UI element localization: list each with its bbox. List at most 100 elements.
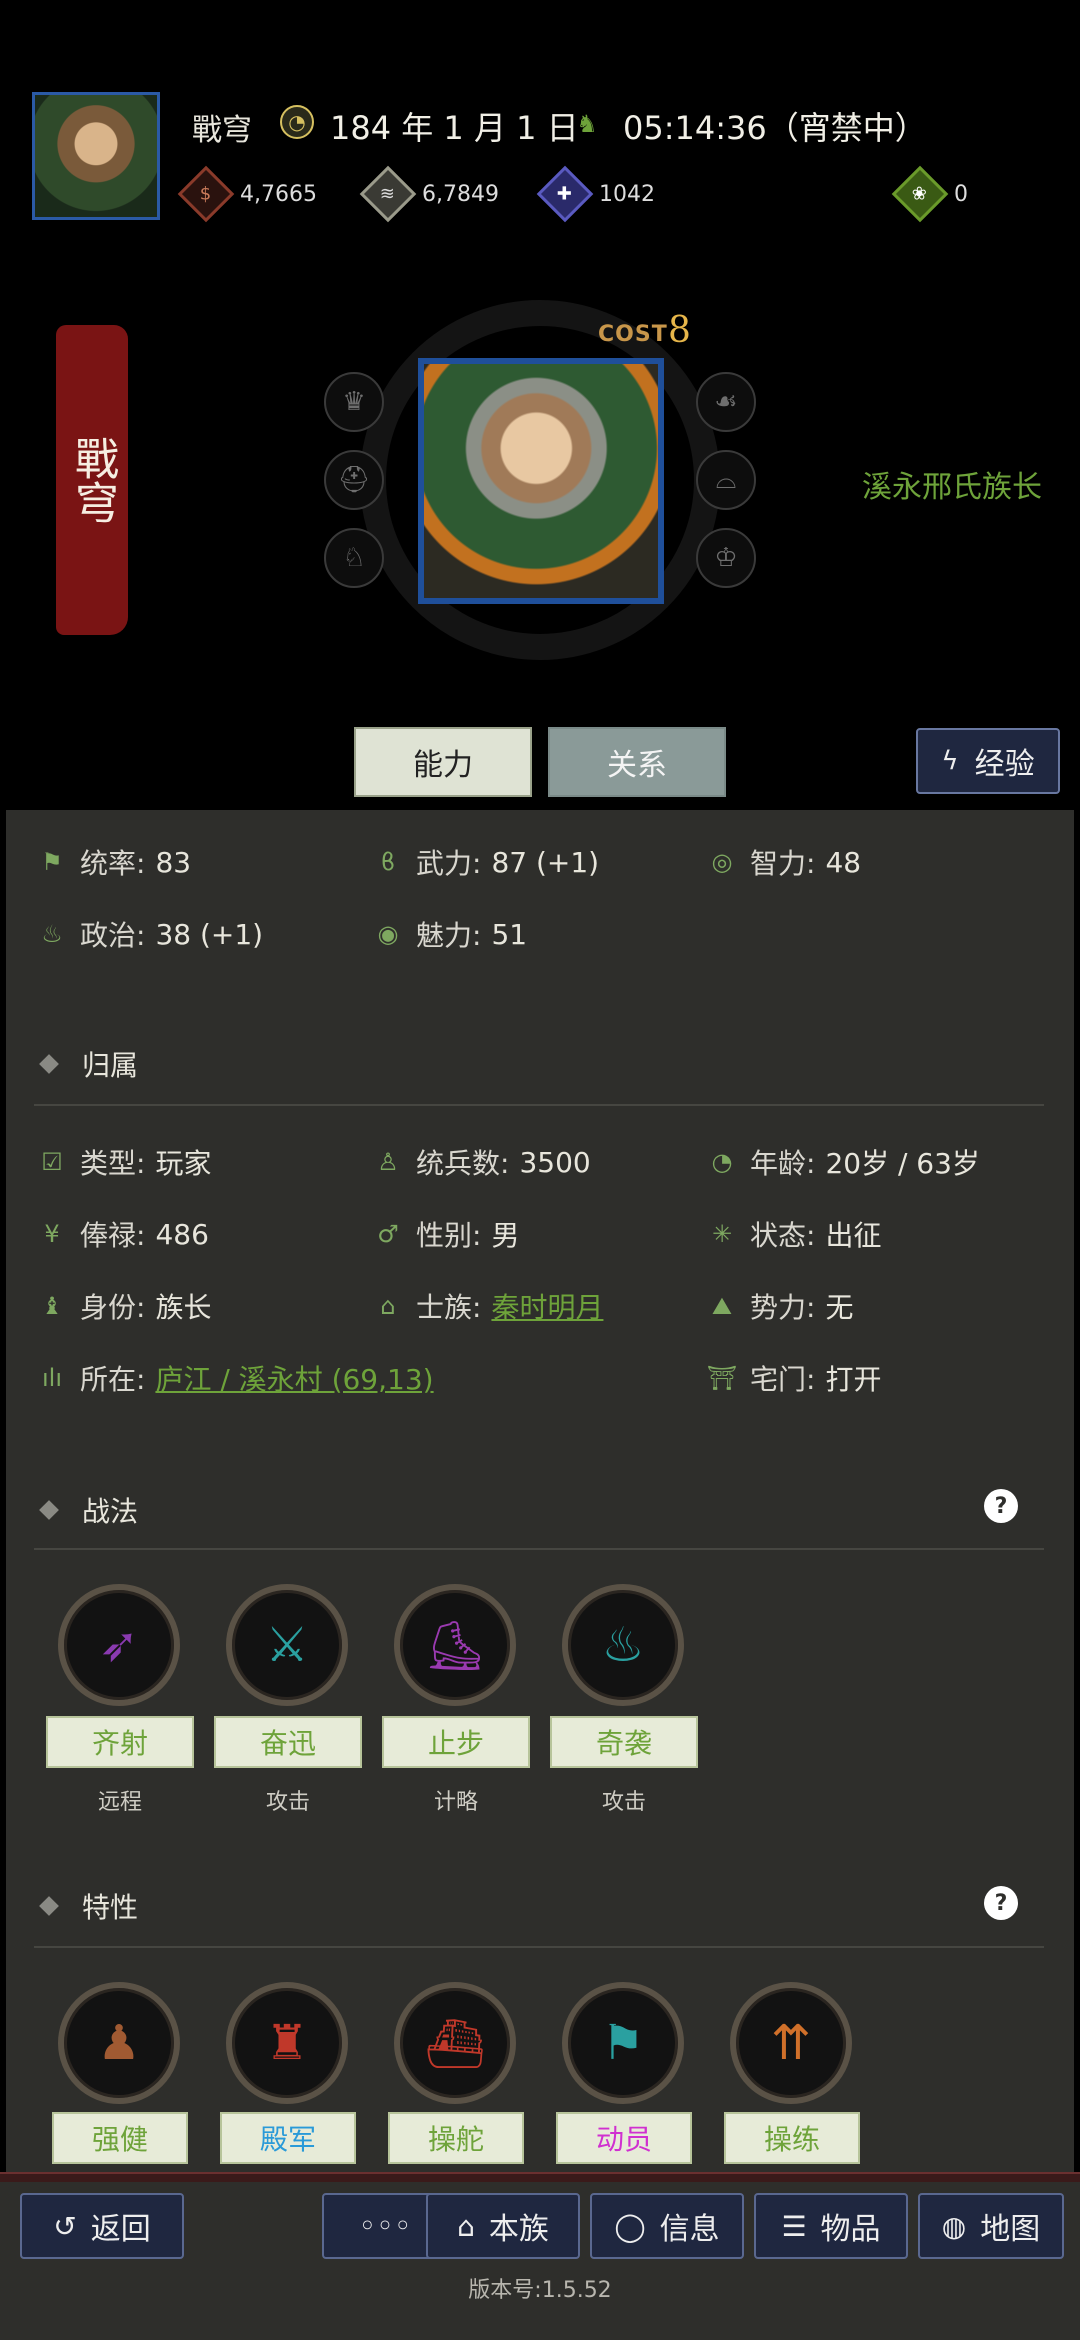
map-button[interactable]: ◍ 地图: [918, 2193, 1064, 2259]
cost-value: 8: [668, 310, 691, 351]
stat-command: ⚑ 统率: 83: [38, 842, 191, 882]
resource-soldiers[interactable]: ✚ 1042: [536, 165, 755, 223]
trait-name[interactable]: 操练: [724, 2112, 860, 2164]
crossed-swords-icon[interactable]: ⚔: [226, 1584, 348, 1706]
info-label: 信息: [659, 2212, 720, 2247]
stat-value: 48: [825, 845, 862, 879]
more-label: ◦◦◦: [358, 2208, 412, 2244]
chat-bubble-icon: ◯: [614, 2209, 646, 2243]
stat-value: 83: [155, 845, 192, 879]
boot-icon[interactable]: ⛸: [394, 1584, 516, 1706]
tactic-name[interactable]: 奇袭: [550, 1716, 698, 1768]
hat-icon[interactable]: ⌓: [696, 450, 756, 510]
tactics-header-text: 战法: [82, 1495, 139, 1528]
tactic-name[interactable]: 齐射: [46, 1716, 194, 1768]
clan-button[interactable]: ⌂ 本族: [426, 2193, 580, 2259]
tactic-type: 计略: [433, 1790, 478, 1815]
field-salary: ¥ 俸禄: 486: [38, 1214, 209, 1254]
help-icon[interactable]: ?: [984, 1886, 1018, 1920]
field-label: 士族:: [416, 1291, 482, 1324]
volley-icon[interactable]: ➶: [58, 1584, 180, 1706]
field-label: 状态:: [750, 1219, 816, 1252]
stat-intellect: ◎ 智力: 48: [708, 842, 862, 882]
tab-relations[interactable]: 关系: [548, 727, 726, 797]
items-button[interactable]: ☰ 物品: [754, 2193, 908, 2259]
clan-link[interactable]: 秦时明月: [491, 1286, 603, 1326]
diamond-icon: [39, 1896, 59, 1916]
help-icon[interactable]: ?: [984, 1489, 1018, 1523]
helmet-icon[interactable]: ⛑: [324, 450, 384, 510]
trait-name[interactable]: 殿军: [220, 2112, 356, 2164]
info-button[interactable]: ◯ 信息: [590, 2193, 744, 2259]
spears-icon[interactable]: ⇈: [730, 1982, 852, 2104]
experience-label: 经验: [974, 747, 1035, 782]
field-status: ✳ 状态: 出征: [708, 1214, 882, 1254]
brain-icon: ◎: [711, 848, 733, 876]
tactics-header: 战法: [39, 1490, 139, 1530]
stat-politics: ♨ 政治: 38 (+1): [38, 914, 263, 954]
resource-gold[interactable]: $ 4,7665: [177, 165, 376, 223]
horse-clock-icon: ♞: [576, 110, 598, 138]
field-label: 性别:: [416, 1219, 482, 1252]
trait-name[interactable]: 动员: [556, 2112, 692, 2164]
resource-soldiers-value: 1042: [599, 181, 655, 207]
items-label: 物品: [820, 2212, 881, 2247]
divider: [34, 1104, 1044, 1106]
scholar-cap-icon[interactable]: ♔: [696, 528, 756, 588]
diamond-icon: [39, 1500, 59, 1520]
field-value: 20岁 / 63岁: [825, 1147, 980, 1180]
ship-icon[interactable]: ⛴: [394, 1982, 516, 2104]
stat-force: ϐ 武力: 87 (+1): [374, 842, 599, 882]
strongman-icon[interactable]: ♟: [58, 1982, 180, 2104]
horse-icon[interactable]: ♘: [324, 528, 384, 588]
bottom-divider: [0, 2172, 1080, 2182]
field-clan[interactable]: ⌂ 士族: 秦时明月: [374, 1286, 603, 1326]
divider: [34, 1548, 1044, 1550]
field-type: ☑ 类型: 玩家: [38, 1142, 211, 1182]
resource-grain[interactable]: ≋ 6,7849: [359, 165, 558, 223]
stat-value: 38 (+1): [155, 917, 264, 951]
diamond-icon: [39, 1054, 59, 1074]
field-gate: ⛩ 宅门: 打开: [707, 1358, 882, 1398]
tactic-type: 攻击: [265, 1790, 310, 1815]
tactic-name[interactable]: 奋迅: [214, 1716, 362, 1768]
resource-money[interactable]: ❀ 0: [891, 165, 1080, 223]
field-gender: ♂ 性别: 男: [374, 1214, 519, 1254]
field-label: 势力:: [750, 1291, 816, 1324]
stat-value: 87 (+1): [491, 845, 600, 879]
player-avatar[interactable]: [32, 92, 160, 220]
banner-name-text: 戰穹: [67, 436, 118, 524]
globe-icon: ◍: [941, 2209, 967, 2243]
stat-label: 统率:: [80, 847, 146, 880]
flag-icon: ⚑: [41, 848, 63, 876]
field-label: 俸禄:: [80, 1219, 146, 1252]
trait-name[interactable]: 强健: [52, 2112, 188, 2164]
stat-label: 智力:: [750, 847, 816, 880]
player-name: 戰穹: [192, 113, 252, 148]
status-icon: ✳: [711, 1220, 733, 1248]
field-identity: ♝ 身份: 族长: [38, 1286, 211, 1326]
checkbox-icon: ☑: [41, 1148, 63, 1176]
armor-icon[interactable]: ♜: [226, 1982, 348, 2104]
hand-gift-icon[interactable]: ☙: [696, 372, 756, 432]
crown-icon[interactable]: ♛: [324, 372, 384, 432]
tactic-name[interactable]: 止步: [382, 1716, 530, 1768]
back-button[interactable]: ↺ 返回: [20, 2193, 184, 2259]
flame-icon[interactable]: ♨: [562, 1584, 684, 1706]
character-portrait[interactable]: [418, 358, 664, 604]
experience-button[interactable]: ϟ 经验: [916, 728, 1060, 794]
field-location[interactable]: ılı 所在: 庐江 / 溪永村 (69,13): [38, 1358, 434, 1398]
field-value: 男: [491, 1219, 520, 1252]
field-value: 486: [155, 1217, 209, 1251]
trait-name[interactable]: 操舵: [388, 2112, 524, 2164]
clan-label: 本族: [488, 2212, 549, 2247]
faction-icon: ⛰: [711, 1292, 733, 1320]
traits-header-text: 特性: [82, 1891, 139, 1924]
detail-panel[interactable]: [6, 810, 1074, 2180]
location-icon: ılı: [41, 1364, 62, 1392]
tab-ability[interactable]: 能力: [354, 727, 532, 797]
stat-value: 51: [491, 917, 528, 951]
location-link[interactable]: 庐江 / 溪永村 (69,13): [155, 1358, 433, 1398]
banner-flag-icon[interactable]: ⚑: [562, 1982, 684, 2104]
coin-bag-icon: $: [177, 165, 235, 223]
